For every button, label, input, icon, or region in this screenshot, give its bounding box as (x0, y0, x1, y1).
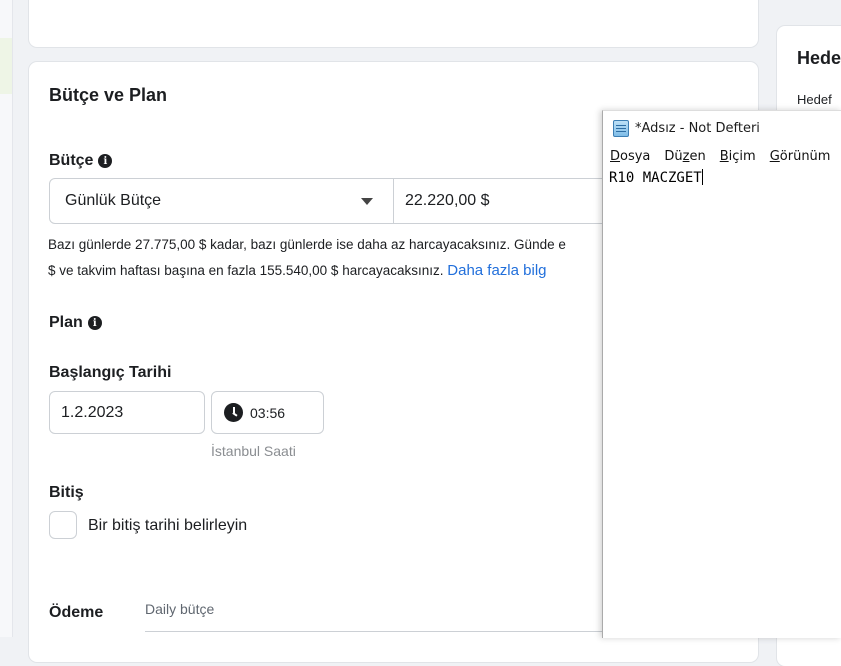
menu-file[interactable]: Dosya (610, 149, 650, 164)
right-panel-subtitle: Hedef (797, 92, 832, 107)
timezone-label: İstanbul Saati (211, 443, 296, 459)
payment-placeholder: Daily bütçe (145, 601, 215, 617)
notepad-menubar: Dosya Düzen Biçim Görünüm (603, 145, 841, 167)
helper-line-2: $ ve takvim haftası başına en fazla 155.… (48, 258, 608, 284)
notepad-window: *Adsız - Not Defteri Dosya Düzen Biçim G… (602, 110, 841, 638)
plan-label: Plan (49, 314, 83, 331)
payment-label: Ödeme (49, 604, 104, 621)
budget-type-value: Günlük Bütçe (65, 192, 162, 209)
budget-amount-value: 22.220,00 $ (405, 192, 490, 209)
menu-edit-rest: en (689, 148, 706, 164)
notepad-title: *Adsız - Not Defteri (635, 120, 760, 136)
notepad-text-area[interactable]: R10 MACZGET (603, 167, 841, 186)
plan-label-row: Plan i (49, 314, 102, 332)
end-date-checkbox-label: Bir bitiş tarihi belirleyin (88, 517, 248, 534)
notepad-icon (613, 119, 629, 137)
budget-helper-text: Bazı günlerde 27.775,00 $ kadar, bazı gü… (48, 232, 608, 284)
menu-format-key: B (719, 148, 729, 164)
start-date-value: 1.2.2023 (61, 403, 124, 421)
section-title: Bütçe ve Plan (49, 85, 168, 105)
info-icon[interactable]: i (87, 316, 102, 330)
learn-more-link[interactable]: Daha fazla bilg (447, 262, 546, 279)
notepad-titlebar[interactable]: *Adsız - Not Defteri (603, 111, 841, 145)
info-icon[interactable]: i (98, 154, 113, 168)
menu-view-rest: örünüm (779, 148, 831, 164)
menu-file-key: D (610, 148, 621, 164)
chevron-down-icon (361, 197, 373, 205)
notepad-content: R10 MACZGET (609, 170, 702, 186)
helper-line-1: Bazı günlerde 27.775,00 $ kadar, bazı gü… (48, 237, 566, 252)
menu-edit-pre: Dü (664, 148, 683, 164)
end-date-checkbox[interactable] (49, 511, 77, 539)
menu-view[interactable]: Görünüm (770, 149, 831, 164)
budget-type-select[interactable]: Günlük Bütçe (50, 179, 394, 223)
helper-line-2-text: $ ve takvim haftası başına en fazla 155.… (48, 263, 444, 278)
menu-format-rest: içim (728, 148, 756, 164)
start-date-label: Başlangıç Tarihi (49, 364, 172, 381)
start-date-input[interactable]: 1.2.2023 (49, 391, 205, 434)
payment-input[interactable]: Daily bütçe (145, 601, 665, 632)
menu-file-rest: osya (620, 148, 651, 164)
end-label: Bitiş (49, 484, 84, 501)
menu-view-key: G (769, 148, 780, 164)
left-sidebar-strip (0, 0, 13, 637)
clock-icon (224, 403, 243, 422)
budget-label-row: Bütçe i (49, 152, 113, 170)
menu-format[interactable]: Biçim (720, 149, 756, 164)
sidebar-highlight (0, 38, 12, 94)
previous-section-card (29, 0, 758, 47)
budget-label: Bütçe (49, 152, 94, 169)
text-caret (701, 169, 703, 185)
start-time-value: 03:56 (250, 404, 286, 421)
budget-input-group: Günlük Bütçe 22.220,00 $ (49, 178, 671, 224)
right-panel-title: Hede (797, 48, 841, 68)
menu-edit[interactable]: Düzen (664, 149, 705, 164)
start-time-input[interactable]: 03:56 (211, 391, 324, 434)
